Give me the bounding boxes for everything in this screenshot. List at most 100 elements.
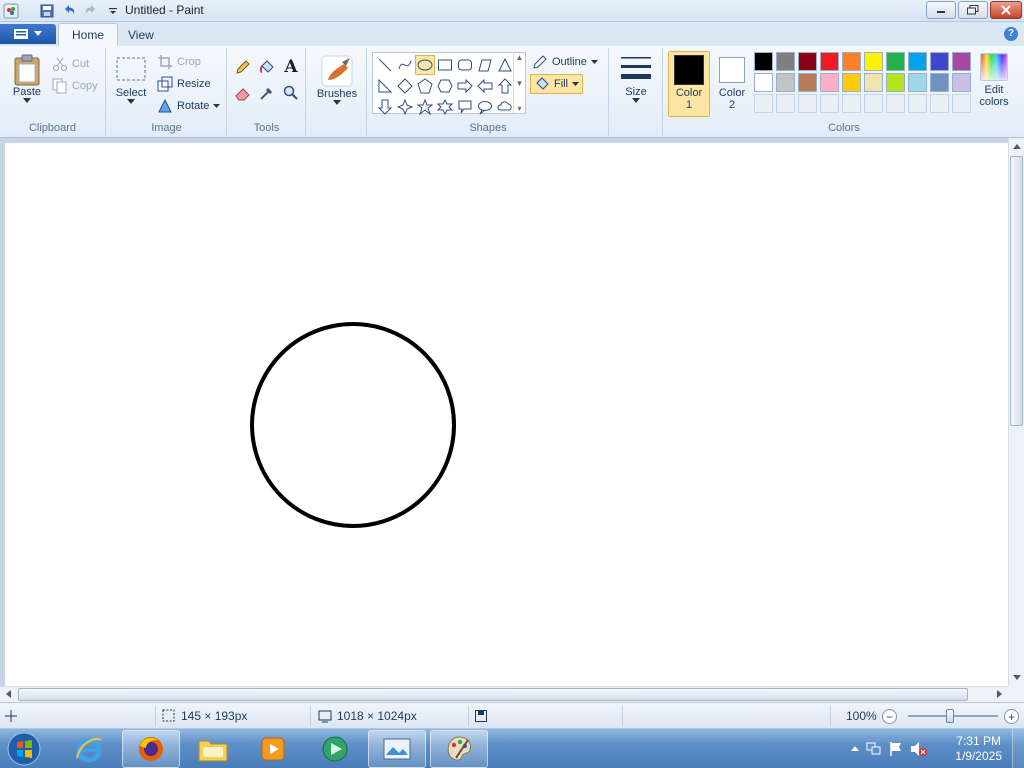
palette-swatch[interactable] [952,52,971,71]
drawing-canvas[interactable] [5,143,1008,686]
custom-color-slot[interactable] [754,94,773,113]
taskbar-paint[interactable] [430,730,488,768]
palette-swatch[interactable] [754,73,773,92]
clock[interactable]: 7:31 PM 1/9/2025 [955,734,1002,764]
paint-app-icon[interactable] [2,2,20,20]
undo-icon[interactable] [60,2,78,20]
oval-callout-icon[interactable] [475,97,495,117]
rounded-rectangle-shape-icon[interactable] [455,55,475,75]
fill-button[interactable]: Fill [530,74,584,94]
maximize-button[interactable] [958,1,988,19]
triangle-shape-icon[interactable] [495,55,515,75]
resize-button[interactable]: Resize [157,74,211,94]
horizontal-scroll-thumb[interactable] [18,688,968,701]
file-menu-button[interactable] [0,24,56,44]
line-shape-icon[interactable] [375,55,395,75]
hexagon-shape-icon[interactable] [435,76,455,96]
zoom-slider-thumb[interactable] [946,709,954,723]
start-button[interactable] [4,730,44,768]
close-button[interactable] [990,1,1022,19]
paste-button[interactable]: Paste [8,54,46,104]
color2-button[interactable]: Color 2 [712,52,752,111]
diamond-shape-icon[interactable] [395,76,415,96]
five-point-star-icon[interactable] [415,97,435,117]
customize-qat-icon[interactable] [104,2,122,20]
left-arrow-shape-icon[interactable] [475,76,495,96]
custom-color-slot[interactable] [798,94,817,113]
taskbar-internet-explorer[interactable] [60,730,118,768]
palette-swatch[interactable] [930,52,949,71]
right-triangle-shape-icon[interactable] [375,76,395,96]
scroll-down-icon[interactable] [1010,670,1024,684]
show-desktop-button[interactable] [1012,729,1024,768]
rectangle-shape-icon[interactable] [435,55,455,75]
tab-view[interactable]: View [115,23,167,46]
redo-icon[interactable] [82,2,100,20]
palette-swatch[interactable] [754,52,773,71]
down-arrow-shape-icon[interactable] [375,97,395,117]
select-button[interactable]: Select [113,56,149,105]
zoom-out-button[interactable]: − [882,709,897,724]
palette-swatch[interactable] [864,52,883,71]
palette-swatch[interactable] [908,73,927,92]
rounded-callout-icon[interactable] [455,97,475,117]
edit-colors-button[interactable]: Edit colors [974,52,1014,108]
pentagon-shape-icon[interactable] [415,76,435,96]
eraser-icon[interactable] [232,82,254,104]
zoom-in-button[interactable]: + [1004,709,1019,724]
palette-swatch[interactable] [842,73,861,92]
copy-button[interactable]: Copy [52,76,98,96]
palette-swatch[interactable] [820,73,839,92]
scroll-right-icon[interactable] [992,687,1006,701]
custom-color-slot[interactable] [776,94,795,113]
palette-swatch[interactable] [908,52,927,71]
chevron-down-icon[interactable]: ▼ [516,79,524,88]
polygon-shape-icon[interactable] [475,55,495,75]
magnifier-icon[interactable] [280,82,302,104]
up-arrow-shape-icon[interactable] [495,76,515,96]
show-hidden-icons-icon[interactable] [850,744,860,754]
fill-bucket-icon[interactable] [256,56,278,78]
curve-shape-icon[interactable] [395,55,415,75]
taskbar-media-player[interactable] [244,730,302,768]
palette-swatch[interactable] [930,73,949,92]
custom-color-slot[interactable] [908,94,927,113]
outline-button[interactable]: Outline [532,52,598,72]
action-center-flag-icon[interactable] [888,741,904,757]
palette-swatch[interactable] [886,52,905,71]
custom-color-slot[interactable] [930,94,949,113]
pencil-icon[interactable] [232,56,254,78]
palette-swatch[interactable] [820,52,839,71]
four-point-star-icon[interactable] [395,97,415,117]
palette-swatch[interactable] [776,73,795,92]
palette-swatch[interactable] [842,52,861,71]
color-picker-icon[interactable] [256,82,278,104]
color1-button[interactable]: Color 1 [668,51,710,117]
help-icon[interactable]: ? [1004,27,1018,41]
horizontal-scrollbar[interactable] [0,686,1008,702]
text-tool-icon[interactable]: A [280,56,302,78]
taskbar-firefox[interactable] [122,730,180,768]
taskbar-photo-viewer[interactable] [368,730,426,768]
network-icon[interactable] [866,741,882,757]
volume-muted-icon[interactable] [910,741,928,757]
palette-swatch[interactable] [776,52,795,71]
taskbar-file-explorer[interactable] [184,730,242,768]
rotate-button[interactable]: Rotate [157,96,221,116]
crop-button[interactable]: Crop [157,52,201,72]
palette-swatch[interactable] [798,73,817,92]
custom-color-slot[interactable] [820,94,839,113]
tab-home[interactable]: Home [58,23,119,46]
brushes-button[interactable]: Brushes [315,54,359,106]
vertical-scrollbar[interactable] [1008,138,1024,686]
taskbar-media-center[interactable] [306,730,364,768]
custom-color-slot[interactable] [886,94,905,113]
right-arrow-shape-icon[interactable] [455,76,475,96]
palette-swatch[interactable] [864,73,883,92]
cut-button[interactable]: Cut [52,54,89,74]
cloud-callout-icon[interactable] [495,97,515,117]
custom-color-slot[interactable] [864,94,883,113]
custom-color-slot[interactable] [842,94,861,113]
size-button[interactable]: Size [616,52,656,104]
palette-swatch[interactable] [798,52,817,71]
